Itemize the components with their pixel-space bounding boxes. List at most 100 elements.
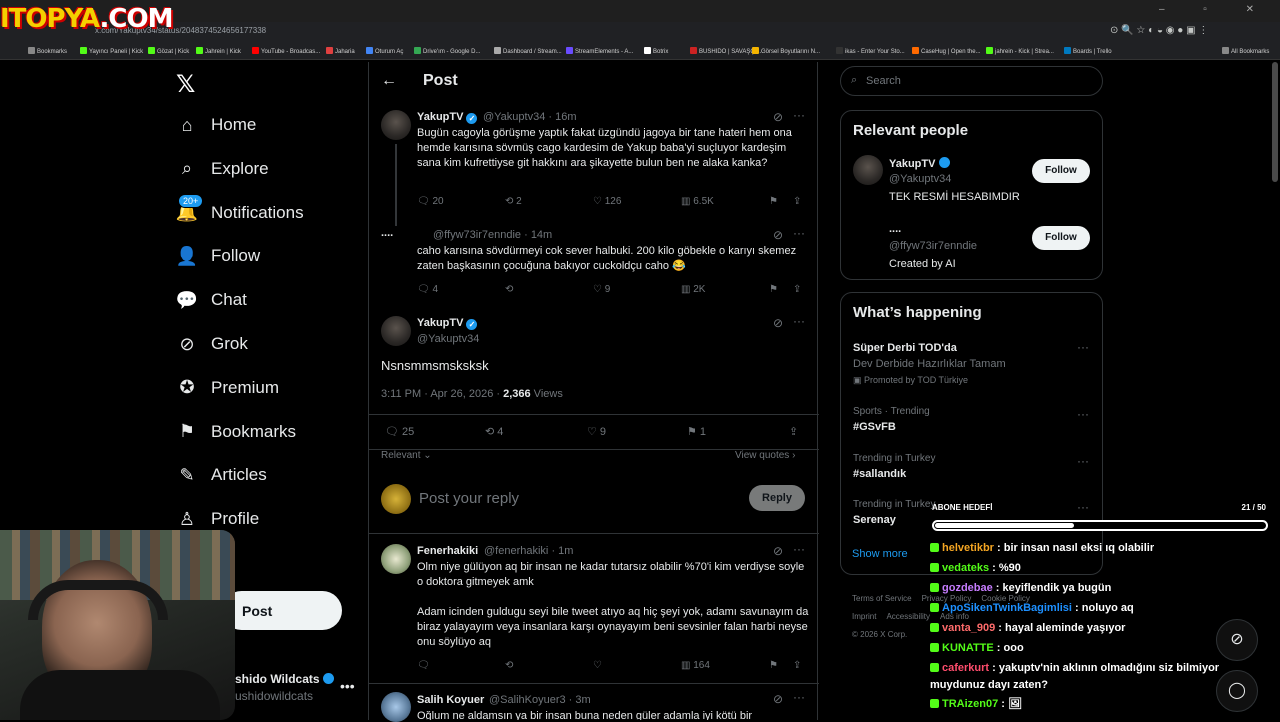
bookmark-item[interactable]: Gözat | Kick: [148, 47, 189, 55]
main-post-author[interactable]: YakupTV ✓: [417, 317, 478, 330]
repost-button[interactable]: ⟲ 2: [505, 196, 522, 207]
views-button[interactable]: ▥ 2K: [681, 284, 705, 295]
person-name[interactable]: ....: [889, 223, 901, 235]
more-icon[interactable]: ···: [1077, 454, 1089, 468]
main-post-handle[interactable]: @Yakuptv34: [417, 333, 479, 345]
bookmark-item[interactable]: Görsel Boyutlarını N...: [752, 47, 820, 55]
more-icon[interactable]: ···: [793, 542, 805, 556]
nav-item-notifications[interactable]: 🔔 20+ Notifications: [176, 193, 304, 228]
chat-fab-icon[interactable]: ◯: [1216, 670, 1258, 712]
reply-handle-time[interactable]: @SalihKoyuer3 · 3m: [489, 694, 591, 706]
scrollbar[interactable]: [1272, 62, 1278, 182]
bookmark-icon[interactable]: ⚑: [769, 660, 778, 671]
nav-item-explore[interactable]: ⌕ Explore: [176, 154, 269, 184]
address-bar[interactable]: x.com/Yakuptv34/status/20483745246561773…: [0, 22, 1280, 42]
repost-button[interactable]: ⟲: [505, 284, 513, 295]
nav-item-bookmarks[interactable]: ⚑ Bookmarks: [176, 417, 296, 447]
grok-icon[interactable]: ⊘: [773, 692, 783, 706]
like-button[interactable]: ♡: [593, 660, 602, 671]
bookmark-item[interactable]: StreamElements - A...: [566, 47, 633, 55]
grok-icon[interactable]: ⊘: [773, 316, 783, 330]
avatar[interactable]: [853, 155, 883, 185]
reply-button[interactable]: 🗨: [417, 660, 430, 671]
bookmark-item[interactable]: BUSHIDO | SAVAŞÇI...: [690, 47, 761, 55]
bookmark-item[interactable]: CaseHug | Open the...: [912, 47, 981, 55]
search-input[interactable]: ⌕ Search: [840, 66, 1103, 96]
bookmark-button[interactable]: ⚑ 1: [687, 425, 706, 438]
share-icon[interactable]: ⇪: [793, 196, 801, 207]
reply-button[interactable]: 🗨 4: [417, 284, 438, 295]
reply-button[interactable]: 🗨 25: [385, 425, 414, 438]
trend-title[interactable]: Süper Derbi TOD'da: [853, 342, 957, 354]
post-timestamp[interactable]: 3:11 PM · Apr 26, 2026 ·: [381, 388, 503, 400]
reply-input[interactable]: Post your reply: [419, 490, 519, 507]
bookmark-item[interactable]: Oturum Aç: [366, 47, 403, 55]
account-more-icon[interactable]: •••: [340, 678, 355, 694]
share-icon[interactable]: ⇪: [793, 660, 801, 671]
nav-item-home[interactable]: ⌂ Home: [176, 110, 257, 140]
bookmark-item[interactable]: ikas - Enter Your Sto...: [836, 47, 905, 55]
tweet-handle-time[interactable]: @ffyw73ir7enndie · 14m: [433, 229, 552, 241]
more-icon[interactable]: ···: [1077, 407, 1089, 421]
reply-author[interactable]: Fenerhakiki: [417, 545, 478, 557]
more-icon[interactable]: ···: [793, 108, 805, 122]
share-icon[interactable]: ⇪: [793, 284, 801, 295]
avatar[interactable]: [381, 110, 411, 140]
bookmark-item[interactable]: Yayıncı Paneli | Kick: [80, 47, 143, 55]
post-button[interactable]: Post: [222, 591, 342, 630]
nav-item-articles[interactable]: ✎ Articles: [176, 460, 266, 490]
follow-button[interactable]: Follow: [1032, 159, 1090, 183]
repost-button[interactable]: ⟲: [505, 660, 513, 671]
bookmark-icon[interactable]: ⚑: [769, 196, 778, 207]
footer-link[interactable]: Imprint: [852, 612, 876, 621]
nav-item-grok[interactable]: ⊘ Grok: [176, 329, 247, 359]
bookmark-item[interactable]: Jaharia: [326, 47, 355, 55]
person-handle[interactable]: @Yakuptv34: [889, 173, 951, 185]
sort-dropdown[interactable]: Relevant ⌄: [381, 450, 432, 461]
grok-icon[interactable]: ⊘: [773, 228, 783, 242]
bookmark-item[interactable]: jahrein - Kick | Strea...: [986, 47, 1054, 55]
more-icon[interactable]: ···: [793, 690, 805, 704]
trend-title[interactable]: #sallandık: [853, 468, 906, 480]
back-arrow-icon[interactable]: ←: [381, 72, 397, 90]
avatar[interactable]: [381, 692, 411, 722]
bookmark-item[interactable]: Drive'ım - Google D...: [414, 47, 481, 55]
bookmark-item[interactable]: Boards | Trello: [1064, 47, 1112, 55]
bookmark-item[interactable]: YouTube - Broadcas...: [252, 47, 320, 55]
more-icon[interactable]: ···: [793, 226, 805, 240]
footer-link[interactable]: Accessibility: [886, 612, 930, 621]
avatar[interactable]: [381, 316, 411, 346]
tweet-author[interactable]: YakupTV ✓: [417, 111, 478, 124]
reply-handle-time[interactable]: @fenerhakiki · 1m: [484, 545, 573, 557]
avatar[interactable]: [381, 544, 411, 574]
share-icon[interactable]: ⇪: [789, 425, 798, 438]
bookmark-item[interactable]: Bookmarks: [28, 47, 67, 55]
nav-item-chat[interactable]: 💬 Chat: [176, 285, 247, 315]
grok-icon[interactable]: ⊘: [773, 544, 783, 558]
window-controls[interactable]: ‒ ▫ ✕: [1159, 4, 1272, 15]
nav-item-follow[interactable]: 👤 Follow: [176, 241, 260, 271]
person-name[interactable]: YakupTV: [889, 157, 950, 170]
more-icon[interactable]: ···: [1077, 340, 1089, 354]
like-button[interactable]: ♡ 126: [593, 196, 621, 207]
tweet-handle-time[interactable]: @Yakuptv34 · 16m: [483, 111, 577, 123]
trend-title[interactable]: Serenay: [853, 514, 896, 526]
bookmark-item[interactable]: Jahrein | Kick: [196, 47, 241, 55]
trend-title[interactable]: #GSvFB: [853, 421, 896, 433]
reply-button[interactable]: Reply: [749, 485, 805, 511]
like-button[interactable]: ♡ 9: [587, 425, 606, 438]
bookmark-item[interactable]: All Bookmarks: [1222, 47, 1269, 55]
account-switcher[interactable]: shido Wildcats ushidowildcats: [235, 672, 334, 703]
reply-button[interactable]: 🗨 20: [417, 196, 444, 207]
view-quotes-link[interactable]: View quotes ›: [735, 450, 795, 461]
x-logo-icon[interactable]: 𝕏: [176, 70, 195, 98]
like-button[interactable]: ♡ 9: [593, 284, 610, 295]
views-button[interactable]: ▥ 164: [681, 660, 710, 671]
bookmark-icon[interactable]: ⚑: [769, 284, 778, 295]
views-button[interactable]: ▥ 6.5K: [681, 196, 714, 207]
grok-fab-icon[interactable]: ⊘: [1216, 619, 1258, 661]
footer-link[interactable]: © 2026 X Corp.: [852, 630, 907, 639]
bookmark-item[interactable]: Botrix: [644, 47, 668, 55]
reply-author[interactable]: Salih Koyuer: [417, 694, 484, 706]
follow-button[interactable]: Follow: [1032, 226, 1090, 250]
